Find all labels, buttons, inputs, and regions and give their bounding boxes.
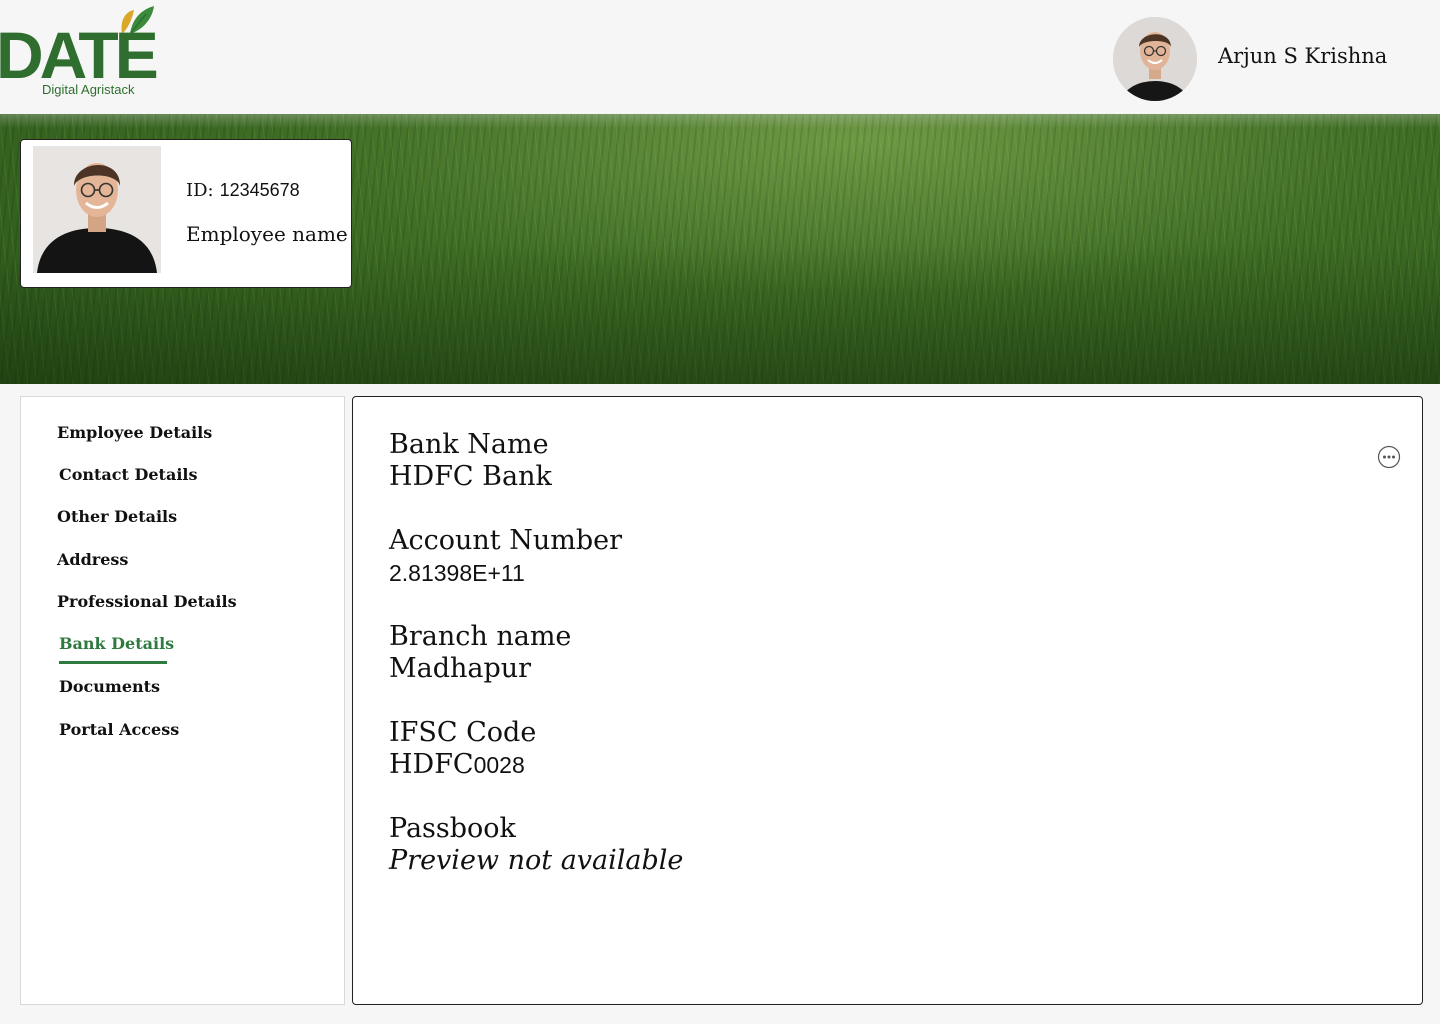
sidebar-item-portal-access[interactable]: Portal Access <box>59 720 179 739</box>
sidebar-item-documents[interactable]: Documents <box>59 677 160 696</box>
branch-name-label: Branch name <box>389 621 572 652</box>
bank-name-label: Bank Name <box>389 429 549 460</box>
passbook-label: Passbook <box>389 813 516 844</box>
logo-wordmark: DATE <box>0 18 159 92</box>
employee-name: Employee name <box>186 222 348 246</box>
date-logo[interactable]: DATE Digital Agristack <box>0 0 160 104</box>
employee-photo-icon <box>33 146 161 273</box>
user-name[interactable]: Arjun S Krishna <box>1218 44 1387 68</box>
sidebar-item-professional-details[interactable]: Professional Details <box>57 592 237 611</box>
sidebar-item-bank-details[interactable]: Bank Details <box>59 634 174 653</box>
employee-id: ID: 12345678 <box>186 180 300 201</box>
more-options-icon <box>1377 445 1401 469</box>
ifsc-code-field: IFSC Code HDFC0028 <box>389 717 536 781</box>
account-number-label: Account Number <box>389 525 622 556</box>
user-avatar[interactable] <box>1113 17 1197 101</box>
employee-id-label: ID: <box>186 180 214 201</box>
more-options-button[interactable] <box>1377 445 1401 469</box>
account-number-value: 2.81398E+11 <box>389 560 525 586</box>
sidebar-item-address[interactable]: Address <box>57 550 128 569</box>
user-avatar-icon <box>1113 17 1197 101</box>
active-tab-indicator <box>59 661 167 664</box>
bank-name-field: Bank Name HDFC Bank <box>389 429 552 493</box>
bank-name-value: HDFC Bank <box>389 461 552 492</box>
sidebar-item-contact-details[interactable]: Contact Details <box>59 465 197 484</box>
branch-name-field: Branch name Madhapur <box>389 621 571 685</box>
employee-photo <box>33 146 161 273</box>
ifsc-code-label: IFSC Code <box>389 717 537 748</box>
ifsc-code-suffix: 0028 <box>473 752 525 778</box>
top-header: DATE Digital Agristack Arjun S Krishna <box>0 0 1440 114</box>
branch-name-value: Madhapur <box>389 653 532 684</box>
account-number-field: Account Number 2.81398E+11 <box>389 525 622 589</box>
sidebar-nav: Employee Details Contact Details Other D… <box>20 396 345 1005</box>
sidebar-item-other-details[interactable]: Other Details <box>57 507 177 526</box>
bank-details-panel: Bank Name HDFC Bank Account Number 2.813… <box>352 396 1423 1005</box>
passbook-preview: Preview not available <box>389 845 684 876</box>
employee-id-value: 12345678 <box>219 180 300 200</box>
passbook-field: Passbook Preview not available <box>389 813 683 877</box>
sidebar-item-employee-details[interactable]: Employee Details <box>57 423 212 442</box>
logo-subtitle: Digital Agristack <box>42 82 135 97</box>
employee-id-card: ID: 12345678 Employee name <box>20 139 352 288</box>
ifsc-code-prefix: HDFC <box>389 749 474 780</box>
ifsc-code-value: HDFC0028 <box>389 749 536 781</box>
